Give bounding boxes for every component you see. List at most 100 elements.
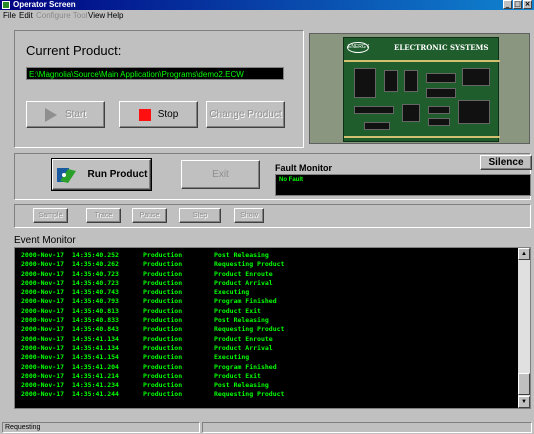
product-board-image: ENERGY ELECTRONIC SYSTEMS — [309, 33, 530, 144]
event-row: 2000-Nov-17 14:35:40.743 Production Executi… — [21, 288, 516, 297]
event-source: Production — [143, 288, 183, 297]
event-time: 14:35:40.252 — [72, 251, 119, 259]
menu-edit[interactable]: Edit — [19, 10, 33, 22]
event-source: Production — [143, 297, 183, 306]
stop-icon — [138, 108, 151, 121]
scroll-up-button[interactable]: ▲ — [518, 248, 530, 260]
event-message: Program Finished — [214, 297, 277, 306]
event-message: Product Enroute — [214, 334, 273, 343]
event-time: 14:35:40.723 — [72, 269, 119, 278]
event-date: 2000-Nov-17 — [21, 316, 65, 325]
event-time: 14:35:41.134 — [72, 343, 119, 352]
app-icon — [2, 1, 10, 9]
fault-status-box: No Fault — [275, 174, 531, 196]
event-message: Post Releasing — [214, 381, 269, 390]
menu-configure-tool[interactable]: Configure Tool — [36, 10, 87, 22]
event-source: Production — [143, 306, 183, 315]
toolbar-button-trace[interactable]: Trace — [86, 208, 121, 223]
board-brand-text: ELECTRONIC SYSTEMS — [394, 43, 489, 52]
event-row: 2000-Nov-17 14:35:41.154 Production Executi… — [21, 353, 516, 362]
event-date: 2000-Nov-17 — [21, 325, 65, 334]
run-product-button[interactable]: Run Product — [51, 158, 152, 191]
event-scrollbar[interactable]: ▲ ▼ — [518, 248, 530, 408]
event-row: 2000-Nov-17 14:35:40.843 Production Request… — [21, 325, 516, 334]
event-date: 2000-Nov-17 — [21, 269, 65, 278]
run-product-label: Run Product — [87, 169, 148, 180]
event-row: 2000-Nov-17 14:35:40.262 Production Request… — [21, 260, 516, 269]
window-title: Operator Screen — [13, 0, 76, 9]
silence-button[interactable]: Silence — [480, 155, 532, 170]
event-time: 14:35:41.134 — [72, 334, 119, 343]
event-row: 2000-Nov-17 14:35:40.813 Production Product… — [21, 307, 516, 316]
event-date: 2000-Nov-17 — [21, 297, 65, 306]
event-message: Product Arrival — [214, 343, 273, 352]
event-message: Post Releasing — [214, 316, 269, 325]
event-message: Program Finished — [214, 362, 277, 371]
event-source: Production — [143, 325, 183, 334]
event-monitor-log[interactable]: 2000-Nov-17 14:35:40.252 Production Post Re… — [14, 247, 531, 409]
event-date: 2000-Nov-17 — [21, 371, 65, 380]
event-source: Production — [143, 343, 183, 352]
menu-help[interactable]: Help — [107, 10, 123, 22]
scroll-thumb[interactable] — [518, 373, 530, 395]
event-time: 14:35:40.793 — [72, 297, 119, 306]
status-cell-empty — [202, 422, 532, 433]
event-source: Production — [143, 353, 183, 362]
event-row: 2000-Nov-17 14:35:40.723 Production Product… — [21, 279, 516, 288]
event-date: 2000-Nov-17 — [21, 334, 65, 343]
event-date: 2000-Nov-17 — [21, 260, 65, 269]
event-time: 14:35:40.833 — [72, 316, 119, 325]
event-message: Executing — [214, 353, 250, 362]
toolbar-button-show[interactable]: Show — [234, 208, 264, 223]
menu-view[interactable]: View — [88, 10, 105, 22]
maximize-button[interactable]: □ — [513, 0, 522, 9]
toolbar-button-step[interactable]: Step — [179, 208, 221, 223]
event-row: 2000-Nov-17 14:35:41.244 Production Request… — [21, 390, 516, 399]
event-message: Product Exit — [214, 306, 261, 315]
change-product-button[interactable]: Change Product — [206, 101, 285, 128]
event-row: 2000-Nov-17 14:35:40.793 Production Program… — [21, 297, 516, 306]
event-time: 14:35:41.234 — [72, 381, 119, 390]
run-product-icon — [56, 167, 76, 183]
title-bar: Operator Screen _ □ × — [0, 0, 534, 10]
event-time: 14:35:40.843 — [72, 325, 119, 334]
toolbar-button-sample[interactable]: Sample — [33, 208, 68, 223]
board-logo: ENERGY — [347, 42, 369, 53]
event-row: 2000-Nov-17 14:35:41.134 Production Product… — [21, 335, 516, 344]
event-row: 2000-Nov-17 14:35:40.252 Production Post Re… — [21, 251, 516, 260]
event-time: 14:35:40.813 — [72, 306, 119, 315]
event-source: Production — [143, 334, 183, 343]
minimize-button[interactable]: _ — [503, 0, 512, 9]
event-date: 2000-Nov-17 — [21, 288, 65, 297]
event-source: Production — [143, 390, 183, 399]
event-message: Requesting Product — [214, 260, 285, 269]
event-monitor-title: Event Monitor — [14, 235, 76, 246]
event-time: 14:35:41.154 — [72, 353, 119, 362]
event-date: 2000-Nov-17 — [21, 362, 65, 371]
window-controls: _ □ × — [503, 0, 532, 9]
event-message: Product Arrival — [214, 278, 273, 287]
event-source: Production — [143, 371, 183, 380]
event-row: 2000-Nov-17 14:35:41.134 Production Product… — [21, 344, 516, 353]
circuit-board-graphic: ENERGY ELECTRONIC SYSTEMS — [343, 37, 500, 142]
scroll-down-button[interactable]: ▼ — [518, 396, 530, 408]
status-bar: Requesting — [0, 421, 534, 434]
menu-file[interactable]: File — [3, 10, 16, 22]
event-time: 14:35:41.204 — [72, 362, 119, 371]
event-source: Production — [143, 269, 183, 278]
event-source: Production — [143, 381, 183, 390]
close-button[interactable]: × — [523, 0, 532, 9]
exit-button[interactable]: Exit — [181, 160, 260, 189]
start-button[interactable]: Start — [26, 101, 105, 128]
event-message: Product Exit — [214, 371, 261, 380]
event-message: Post Releasing — [214, 251, 269, 259]
event-time: 14:35:41.244 — [72, 390, 119, 399]
fault-status-text: No Fault — [279, 177, 303, 183]
event-date: 2000-Nov-17 — [21, 306, 65, 315]
stop-button[interactable]: Stop — [119, 101, 198, 128]
event-date: 2000-Nov-17 — [21, 381, 65, 390]
toolbar-button-pause[interactable]: Pause — [132, 208, 167, 223]
event-row: 2000-Nov-17 14:35:41.204 Production Program… — [21, 363, 516, 372]
fault-monitor-title: Fault Monitor — [275, 163, 332, 173]
event-row: 2000-Nov-17 14:35:40.833 Production Post Re… — [21, 316, 516, 325]
